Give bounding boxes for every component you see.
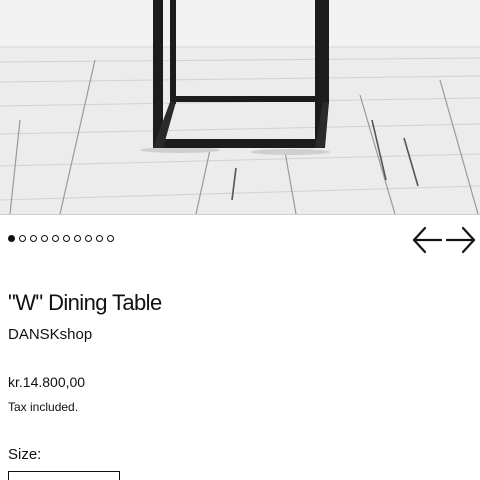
carousel-dot-10[interactable] [107,235,114,242]
carousel-dot-8[interactable] [85,235,92,242]
arrow-right-icon [445,226,476,254]
previous-image-button[interactable] [412,226,443,254]
carousel-dot-3[interactable] [30,235,37,242]
image-divider [0,214,480,215]
next-image-button[interactable] [445,226,476,254]
product-photo [0,0,480,214]
product-vendor[interactable]: DANSKshop [8,326,92,343]
product-image[interactable] [0,0,480,214]
table-leg-left-back [170,0,176,104]
carousel-dot-2[interactable] [19,235,26,242]
tax-note: Tax included. [8,400,79,414]
carousel-dot-5[interactable] [52,235,59,242]
product-title: "W" Dining Table [8,290,162,315]
size-select[interactable] [8,471,120,480]
carousel-pagination [8,235,114,242]
table-rail-front [153,139,325,148]
product-price: kr.14.800,00 [8,374,86,390]
carousel-dot-9[interactable] [96,235,103,242]
size-label: Size: [8,446,42,463]
carousel-dot-6[interactable] [63,235,70,242]
product-page: "W" Dining Table DANSKshop kr.14.800,00 … [0,0,480,480]
table-rail-back [170,96,329,102]
carousel-dot-4[interactable] [41,235,48,242]
carousel-dot-1[interactable] [8,235,15,242]
carousel-dot-7[interactable] [74,235,81,242]
table-leg-right-back [323,0,329,104]
arrow-left-icon [412,226,443,254]
